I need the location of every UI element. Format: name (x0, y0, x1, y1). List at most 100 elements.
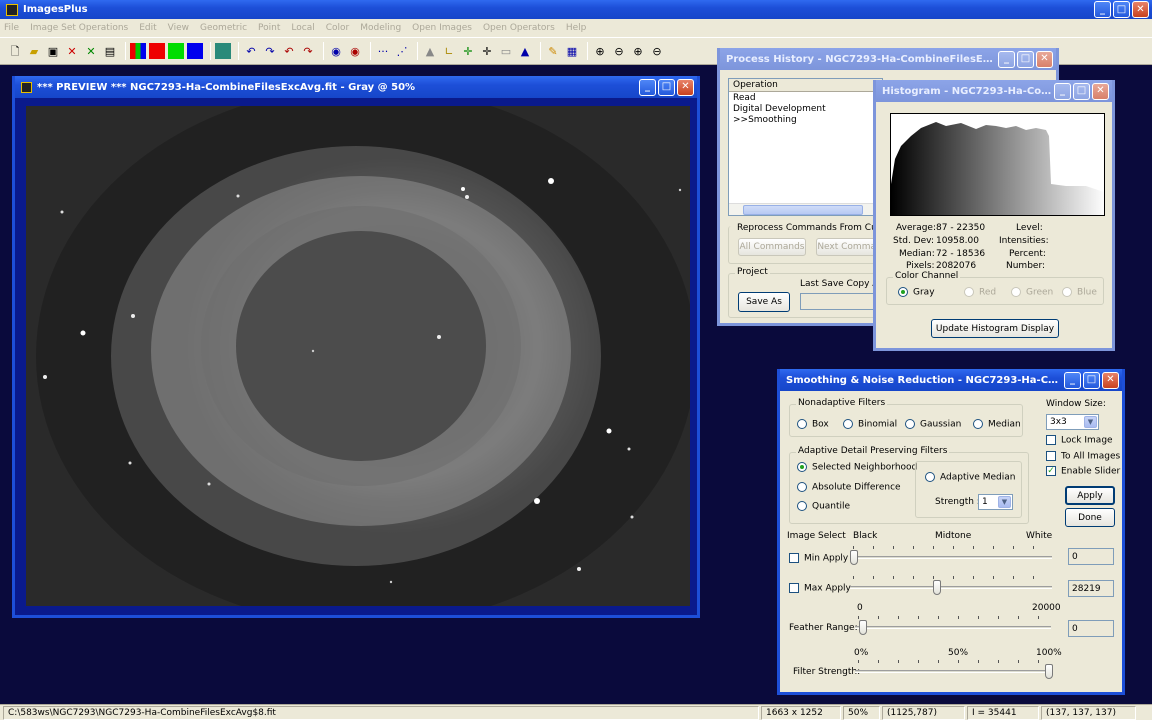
max-slider-thumb[interactable] (933, 580, 941, 595)
maximize-icon[interactable]: □ (1017, 50, 1034, 68)
feather-slider-thumb[interactable] (859, 620, 867, 635)
scroll-thumb[interactable] (743, 205, 863, 215)
radio-icon[interactable] (797, 419, 807, 429)
apply-button[interactable]: Apply (1065, 486, 1115, 505)
chevron-down-icon[interactable]: ▼ (998, 496, 1011, 508)
min-slider[interactable] (850, 546, 1052, 565)
checkmark-icon[interactable]: ✓ (1046, 466, 1056, 476)
minimize-icon[interactable]: _ (998, 50, 1015, 68)
smoothing-window[interactable]: Smoothing & Noise Reduction - NGC7293-Ha… (777, 369, 1125, 695)
adaptive-quantile[interactable]: Quantile (797, 501, 850, 512)
radio-icon[interactable] (964, 287, 974, 297)
redo-all-icon[interactable]: ↷ (300, 43, 316, 59)
menu-image-set-operations[interactable]: Image Set Operations (30, 23, 128, 33)
close-all-icon[interactable]: ✕ (83, 43, 99, 59)
radio-icon[interactable] (843, 419, 853, 429)
align-icon[interactable]: ⋰ (394, 43, 410, 59)
filter-strength-slider[interactable] (855, 660, 1053, 679)
crosshair-green-icon[interactable]: ✛ (460, 43, 476, 59)
list-item[interactable]: >>Smoothing (733, 115, 878, 126)
histogram-window[interactable]: Histogram - NGC7293-Ha-Combin... _ □ ✕ A… (873, 80, 1115, 351)
radio-icon[interactable] (973, 419, 983, 429)
menu-modeling[interactable]: Modeling (360, 23, 401, 33)
list-item[interactable]: Read (733, 93, 878, 104)
radio-icon[interactable] (797, 482, 807, 492)
select-box-icon[interactable]: ▭ (498, 43, 514, 59)
channel-green[interactable]: Green (1011, 287, 1053, 298)
feather-slider[interactable] (855, 616, 1051, 635)
zoom-actual-icon[interactable]: ⊖ (649, 43, 665, 59)
adaptive-selected-neighborhood[interactable]: Selected Neighborhood (797, 462, 917, 473)
menu-open-images[interactable]: Open Images (412, 23, 472, 33)
minimize-icon[interactable]: _ (1054, 82, 1071, 100)
checkbox-icon[interactable] (1046, 435, 1056, 445)
menu-help[interactable]: Help (566, 23, 587, 33)
list-item[interactable]: Digital Development (733, 104, 878, 115)
radio-icon[interactable] (797, 501, 807, 511)
update-histogram-button[interactable]: Update Histogram Display (931, 319, 1059, 338)
radio-icon[interactable] (797, 462, 807, 472)
channel-gray[interactable]: Gray (898, 287, 935, 298)
horizontal-scrollbar[interactable] (729, 203, 882, 215)
mask-invert-icon[interactable]: ◉ (347, 43, 363, 59)
all-commands-button[interactable]: All Commands (738, 238, 806, 256)
radio-icon[interactable] (898, 287, 908, 297)
chevron-down-icon[interactable]: ▼ (1084, 416, 1097, 428)
maximize-icon[interactable]: □ (1073, 82, 1090, 100)
menu-color[interactable]: Color (326, 23, 350, 33)
strength-select[interactable]: 1 ▼ (978, 494, 1013, 510)
zoom-in-icon[interactable]: ⊕ (592, 43, 608, 59)
filter-gaussian[interactable]: Gaussian (905, 419, 961, 430)
rgb-split-icon[interactable] (130, 43, 146, 59)
dots-icon[interactable]: ··· (375, 43, 391, 59)
filter-strength-slider-thumb[interactable] (1045, 664, 1053, 679)
maximize-icon[interactable]: □ (1083, 371, 1100, 389)
min-value-field[interactable]: 0 (1068, 548, 1114, 565)
feather-value-field[interactable]: 0 (1068, 620, 1114, 637)
minimize-icon[interactable]: _ (639, 78, 656, 96)
minimize-icon[interactable]: _ (1094, 1, 1111, 18)
menu-view[interactable]: View (168, 23, 189, 33)
channel-red[interactable]: Red (964, 287, 996, 298)
preview-image[interactable] (26, 106, 690, 606)
save-icon[interactable]: ▣ (45, 43, 61, 59)
blue-channel-icon[interactable] (187, 43, 203, 59)
radio-icon[interactable] (925, 472, 935, 482)
preview-window[interactable]: *** PREVIEW *** NGC7293-Ha-CombineFilesE… (12, 76, 700, 618)
radio-icon[interactable] (1011, 287, 1021, 297)
filter-binomial[interactable]: Binomial (843, 419, 897, 430)
redo-icon[interactable]: ↷ (262, 43, 278, 59)
enable-slider-checkbox[interactable]: ✓ Enable Slider (1046, 466, 1120, 477)
green-channel-icon[interactable] (168, 43, 184, 59)
print-icon[interactable]: ▤ (102, 43, 118, 59)
close-icon[interactable]: ✕ (1132, 1, 1149, 18)
menu-point[interactable]: Point (258, 23, 280, 33)
lock-image-checkbox[interactable]: Lock Image (1046, 435, 1113, 446)
checkbox-icon[interactable] (1046, 451, 1056, 461)
to-all-images-checkbox[interactable]: To All Images (1046, 451, 1120, 462)
measure-icon[interactable]: ∟ (441, 43, 457, 59)
close-icon[interactable]: ✕ (1092, 82, 1109, 100)
menu-geometric[interactable]: Geometric (200, 23, 247, 33)
menu-open-operators[interactable]: Open Operators (483, 23, 555, 33)
checkbox-icon[interactable] (789, 583, 799, 593)
mask-icon[interactable]: ◉ (328, 43, 344, 59)
table-icon[interactable]: ▦ (564, 43, 580, 59)
maximize-icon[interactable]: □ (1113, 1, 1130, 18)
radio-icon[interactable] (905, 419, 915, 429)
menu-file[interactable]: File (4, 23, 19, 33)
adaptive-median[interactable]: Adaptive Median (925, 472, 1015, 483)
save-as-button[interactable]: Save As (738, 292, 790, 312)
operation-column-header[interactable]: Operation (729, 79, 882, 92)
grid-icon[interactable] (215, 43, 231, 59)
checkbox-icon[interactable] (789, 553, 799, 563)
close-icon[interactable]: ✕ (1036, 50, 1053, 68)
radio-icon[interactable] (1062, 287, 1072, 297)
pencil-icon[interactable]: ✎ (545, 43, 561, 59)
window-size-select[interactable]: 3x3 ▼ (1046, 414, 1099, 430)
zoom-out-icon[interactable]: ⊖ (611, 43, 627, 59)
histogram-plot[interactable] (890, 113, 1105, 216)
max-apply-checkbox[interactable]: Max Apply (789, 583, 851, 594)
max-slider[interactable] (850, 576, 1052, 595)
menu-local[interactable]: Local (291, 23, 314, 33)
